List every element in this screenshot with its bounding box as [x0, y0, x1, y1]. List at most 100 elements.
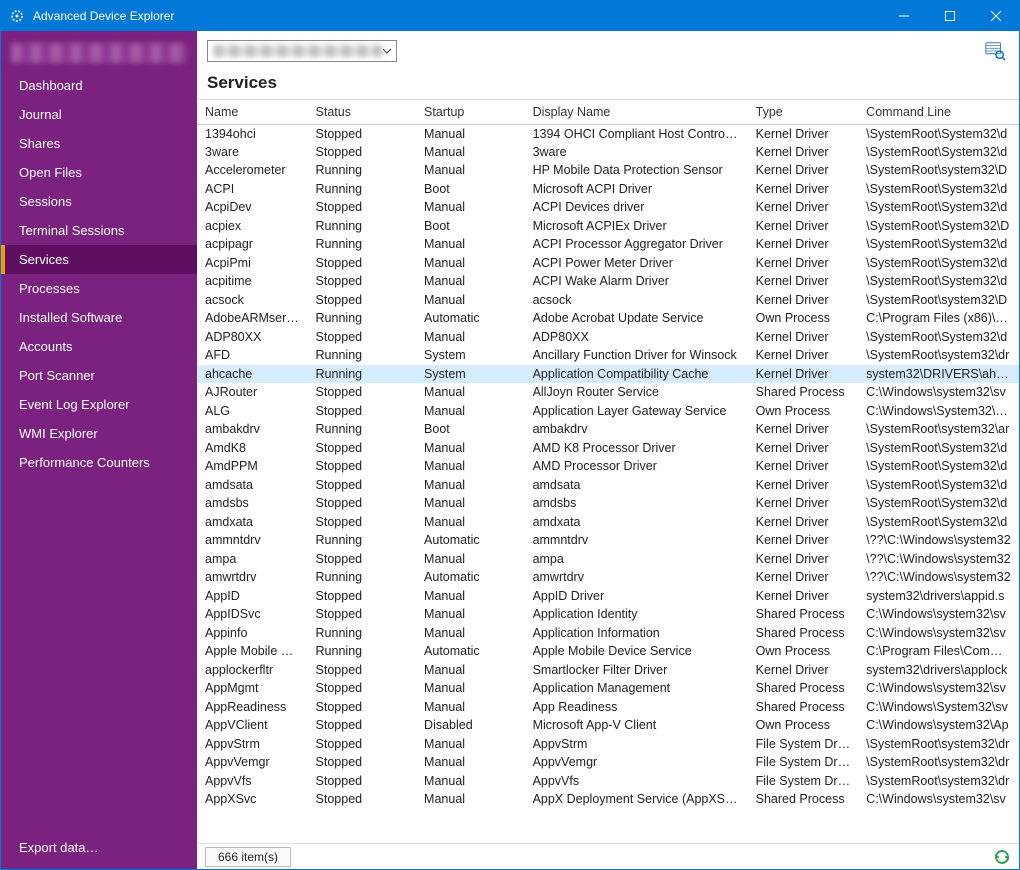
table-row[interactable]: ALGStoppedManualApplication Layer Gatewa… — [197, 402, 1019, 421]
cell-status: Stopped — [308, 143, 417, 162]
table-row[interactable]: acsockStoppedManualacsockKernel Driver\S… — [197, 291, 1019, 310]
app-icon — [9, 8, 25, 24]
table-row[interactable]: acpipagrRunningManualACPI Processor Aggr… — [197, 235, 1019, 254]
cell-type: Shared Process — [748, 383, 859, 402]
sidebar-item-accounts[interactable]: Accounts — [1, 332, 197, 361]
sidebar-item-label: Port Scanner — [19, 368, 95, 383]
sidebar-item-shares[interactable]: Shares — [1, 129, 197, 158]
table-row[interactable]: 3wareStoppedManual3wareKernel Driver\Sys… — [197, 143, 1019, 162]
sidebar-item-performance-counters[interactable]: Performance Counters — [1, 448, 197, 477]
table-row[interactable]: amdxataStoppedManualamdxataKernel Driver… — [197, 513, 1019, 532]
cell-status: Stopped — [308, 254, 417, 273]
cell-display: 1394 OHCI Compliant Host Controller — [525, 124, 748, 143]
table-row[interactable]: AppvStrmStoppedManualAppvStrmFile System… — [197, 735, 1019, 754]
table-row[interactable]: 1394ohciStoppedManual1394 OHCI Compliant… — [197, 124, 1019, 143]
cell-startup: Manual — [416, 790, 525, 809]
sidebar-item-installed-software[interactable]: Installed Software — [1, 303, 197, 332]
table-row[interactable]: ambakdrvRunningBootambakdrvKernel Driver… — [197, 420, 1019, 439]
export-data-link[interactable]: Export data… — [1, 830, 197, 869]
maximize-button[interactable] — [927, 1, 973, 31]
sidebar-item-label: Services — [19, 252, 69, 267]
cell-display: AMD K8 Processor Driver — [525, 439, 748, 458]
cell-type: Kernel Driver — [748, 531, 859, 550]
column-header[interactable]: Status — [308, 100, 417, 124]
table-row[interactable]: ADP80XXStoppedManualADP80XXKernel Driver… — [197, 328, 1019, 347]
sidebar-item-processes[interactable]: Processes — [1, 274, 197, 303]
search-icon[interactable] — [981, 39, 1009, 63]
cell-display: ACPI Processor Aggregator Driver — [525, 235, 748, 254]
close-button[interactable] — [973, 1, 1019, 31]
cell-startup: Boot — [416, 180, 525, 199]
table-row[interactable]: AppMgmtStoppedManualApplication Manageme… — [197, 679, 1019, 698]
cell-display: Application Information — [525, 624, 748, 643]
table-row[interactable]: AppinfoRunningManualApplication Informat… — [197, 624, 1019, 643]
table-row[interactable]: amdsbsStoppedManualamdsbsKernel Driver\S… — [197, 494, 1019, 513]
sidebar-item-port-scanner[interactable]: Port Scanner — [1, 361, 197, 390]
table-row[interactable]: AppReadinessStoppedManualApp ReadinessSh… — [197, 698, 1019, 717]
device-dropdown[interactable] — [207, 40, 397, 62]
table-row[interactable]: AppVClientStoppedDisabledMicrosoft App-V… — [197, 716, 1019, 735]
dropdown-value-blurred — [214, 45, 382, 57]
sidebar-item-terminal-sessions[interactable]: Terminal Sessions — [1, 216, 197, 245]
table-row[interactable]: applockerfltrStoppedManualSmartlocker Fi… — [197, 661, 1019, 680]
table-row[interactable]: amdsataStoppedManualamdsataKernel Driver… — [197, 476, 1019, 495]
cell-display: AppvVfs — [525, 772, 748, 791]
services-table-container: NameStatusStartupDisplay NameTypeCommand… — [197, 99, 1019, 869]
table-row[interactable]: AFDRunningSystemAncillary Function Drive… — [197, 346, 1019, 365]
cell-name: AppvStrm — [197, 735, 308, 754]
table-row[interactable]: ampaStoppedManualampaKernel Driver\??\C:… — [197, 550, 1019, 569]
cell-cmd: \SystemRoot\system32\dr — [858, 346, 1019, 365]
minimize-button[interactable] — [881, 1, 927, 31]
sidebar-item-dashboard[interactable]: Dashboard — [1, 71, 197, 100]
table-row[interactable]: acpiexRunningBootMicrosoft ACPIEx Driver… — [197, 217, 1019, 236]
sidebar-item-services[interactable]: Services — [1, 245, 197, 274]
cell-display: Microsoft App-V Client — [525, 716, 748, 735]
table-row[interactable]: AdobeARMserviceRunningAutomaticAdobe Acr… — [197, 309, 1019, 328]
cell-name: ampa — [197, 550, 308, 569]
column-header[interactable]: Name — [197, 100, 308, 124]
refresh-icon[interactable] — [993, 848, 1011, 866]
cell-startup: Manual — [416, 587, 525, 606]
cell-cmd: \SystemRoot\System32\d — [858, 439, 1019, 458]
cell-name: amdsbs — [197, 494, 308, 513]
sidebar-item-journal[interactable]: Journal — [1, 100, 197, 129]
table-row[interactable]: ammntdrvRunningAutomaticammntdrvKernel D… — [197, 531, 1019, 550]
sidebar-item-event-log-explorer[interactable]: Event Log Explorer — [1, 390, 197, 419]
table-row[interactable]: AppvVfsStoppedManualAppvVfsFile System D… — [197, 772, 1019, 791]
column-header[interactable]: Type — [748, 100, 859, 124]
cell-name: AppIDSvc — [197, 605, 308, 624]
cell-startup: Manual — [416, 328, 525, 347]
table-row[interactable]: ahcacheRunningSystemApplication Compatib… — [197, 365, 1019, 384]
table-row[interactable]: amwrtdrvRunningAutomaticamwrtdrvKernel D… — [197, 568, 1019, 587]
column-header[interactable]: Display Name — [525, 100, 748, 124]
table-row[interactable]: AcpiDevStoppedManualACPI Devices driverK… — [197, 198, 1019, 217]
table-row[interactable]: AppIDSvcStoppedManualApplication Identit… — [197, 605, 1019, 624]
cell-name: applockerfltr — [197, 661, 308, 680]
cell-name: AppvVemgr — [197, 753, 308, 772]
column-header[interactable]: Startup — [416, 100, 525, 124]
table-row[interactable]: AJRouterStoppedManualAllJoyn Router Serv… — [197, 383, 1019, 402]
column-header[interactable]: Command Line — [858, 100, 1019, 124]
sidebar-item-wmi-explorer[interactable]: WMI Explorer — [1, 419, 197, 448]
table-row[interactable]: ACPIRunningBootMicrosoft ACPI DriverKern… — [197, 180, 1019, 199]
cell-type: Kernel Driver — [748, 235, 859, 254]
cell-cmd: \SystemRoot\System32\d — [858, 143, 1019, 162]
table-row[interactable]: AmdK8StoppedManualAMD K8 Processor Drive… — [197, 439, 1019, 458]
table-row[interactable]: AppvVemgrStoppedManualAppvVemgrFile Syst… — [197, 753, 1019, 772]
cell-status: Running — [308, 420, 417, 439]
sidebar-item-open-files[interactable]: Open Files — [1, 158, 197, 187]
table-row[interactable]: Apple Mobile De…RunningAutomaticApple Mo… — [197, 642, 1019, 661]
table-row[interactable]: AmdPPMStoppedManualAMD Processor DriverK… — [197, 457, 1019, 476]
table-row[interactable]: acpitimeStoppedManualACPI Wake Alarm Dri… — [197, 272, 1019, 291]
sidebar-item-sessions[interactable]: Sessions — [1, 187, 197, 216]
table-row[interactable]: AppXSvcStoppedManualAppX Deployment Serv… — [197, 790, 1019, 809]
cell-startup: Manual — [416, 735, 525, 754]
table-row[interactable]: AccelerometerRunningManualHP Mobile Data… — [197, 161, 1019, 180]
cell-cmd: \??\C:\Windows\system32 — [858, 531, 1019, 550]
cell-display: Application Management — [525, 679, 748, 698]
table-row[interactable]: AppIDStoppedManualAppID DriverKernel Dri… — [197, 587, 1019, 606]
cell-status: Running — [308, 180, 417, 199]
services-table-scroll[interactable]: NameStatusStartupDisplay NameTypeCommand… — [197, 100, 1019, 843]
table-row[interactable]: AcpiPmiStoppedManualACPI Power Meter Dri… — [197, 254, 1019, 273]
cell-startup: Manual — [416, 143, 525, 162]
